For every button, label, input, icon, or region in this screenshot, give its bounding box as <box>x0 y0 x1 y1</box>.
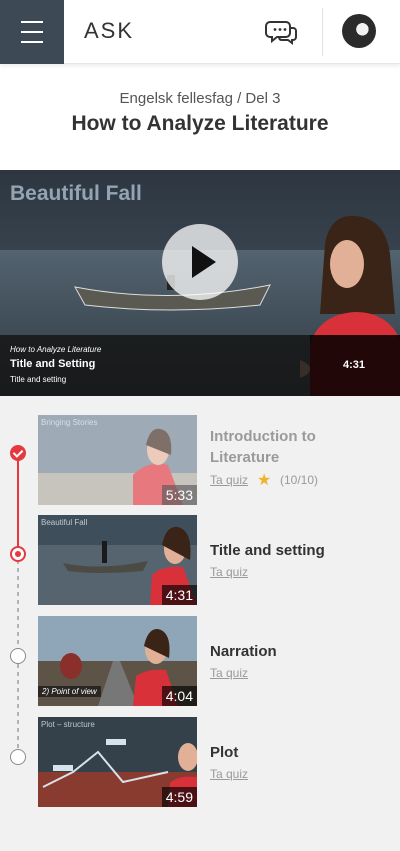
user-avatar[interactable] <box>342 14 376 48</box>
thumbnail-label: 2) Point of view <box>38 686 101 697</box>
episode-thumbnail[interactable]: Beautiful Fall 4:31 <box>38 515 197 605</box>
episode-title[interactable]: Narration <box>210 643 277 660</box>
page-title: How to Analyze Literature <box>71 112 329 135</box>
episode-list: Bringing Stories 5:33 Introduction to Li… <box>0 396 400 851</box>
menu-icon <box>21 17 43 47</box>
video-series: How to Analyze Literature <box>10 345 102 354</box>
video-player[interactable]: Beautiful Fall How to Analyze Literature… <box>0 170 400 396</box>
episode-thumbnail[interactable]: Bringing Stories 5:33 <box>38 415 197 505</box>
not-started-marker-icon <box>10 648 26 664</box>
menu-button[interactable] <box>0 0 64 64</box>
top-bar: ASK <box>0 0 400 64</box>
app-logo[interactable]: ASK <box>84 18 134 44</box>
thumbnail-tag: Bringing Stories <box>41 418 98 427</box>
episode-title[interactable]: Literature <box>210 449 279 466</box>
header-divider <box>322 8 323 56</box>
breadcrumb[interactable]: Engelsk fellesfag / Del 3 <box>0 90 400 107</box>
video-duration: 4:31 <box>342 359 365 371</box>
quiz-score: (10/10) <box>280 473 319 487</box>
video-duration-box: 4:31 <box>310 335 400 396</box>
video-subtitle: Title and setting <box>10 375 67 384</box>
episode-title[interactable]: Introduction to <box>210 428 316 445</box>
play-button[interactable] <box>162 224 238 300</box>
quiz-link[interactable]: Ta quiz <box>210 666 248 680</box>
star-icon: ★ <box>257 472 272 489</box>
chat-bubbles-icon <box>265 21 297 45</box>
episode-duration: 5:33 <box>161 485 197 505</box>
video-caption-bar: How to Analyze Literature Title and Sett… <box>0 335 310 396</box>
episode-thumbnail[interactable]: Plot – structure 4:59 <box>38 717 197 807</box>
quiz-link[interactable]: Ta quiz <box>210 767 248 781</box>
progress-line-completed <box>17 452 19 550</box>
video-overlay-title: Beautiful Fall <box>10 182 142 205</box>
completed-check-icon <box>10 445 26 461</box>
not-started-marker-icon <box>10 749 26 765</box>
episode-duration: 4:59 <box>161 787 197 807</box>
thumbnail-tag: Beautiful Fall <box>41 518 88 527</box>
episode-thumbnail[interactable]: 2) Point of view 4:04 <box>38 616 197 706</box>
quiz-link[interactable]: Ta quiz <box>210 565 248 579</box>
episode-title[interactable]: Title and setting <box>210 542 325 559</box>
episode-title[interactable]: Plot <box>210 744 238 761</box>
episode-duration: 4:04 <box>161 686 197 706</box>
video-episode-title: Title and Setting <box>10 358 96 370</box>
quiz-link[interactable]: Ta quiz <box>210 473 248 487</box>
current-marker-icon <box>10 546 26 562</box>
play-icon <box>192 246 216 278</box>
chat-button[interactable] <box>264 16 300 48</box>
episode-duration: 4:31 <box>161 585 197 605</box>
thumbnail-tag: Plot – structure <box>41 720 95 729</box>
